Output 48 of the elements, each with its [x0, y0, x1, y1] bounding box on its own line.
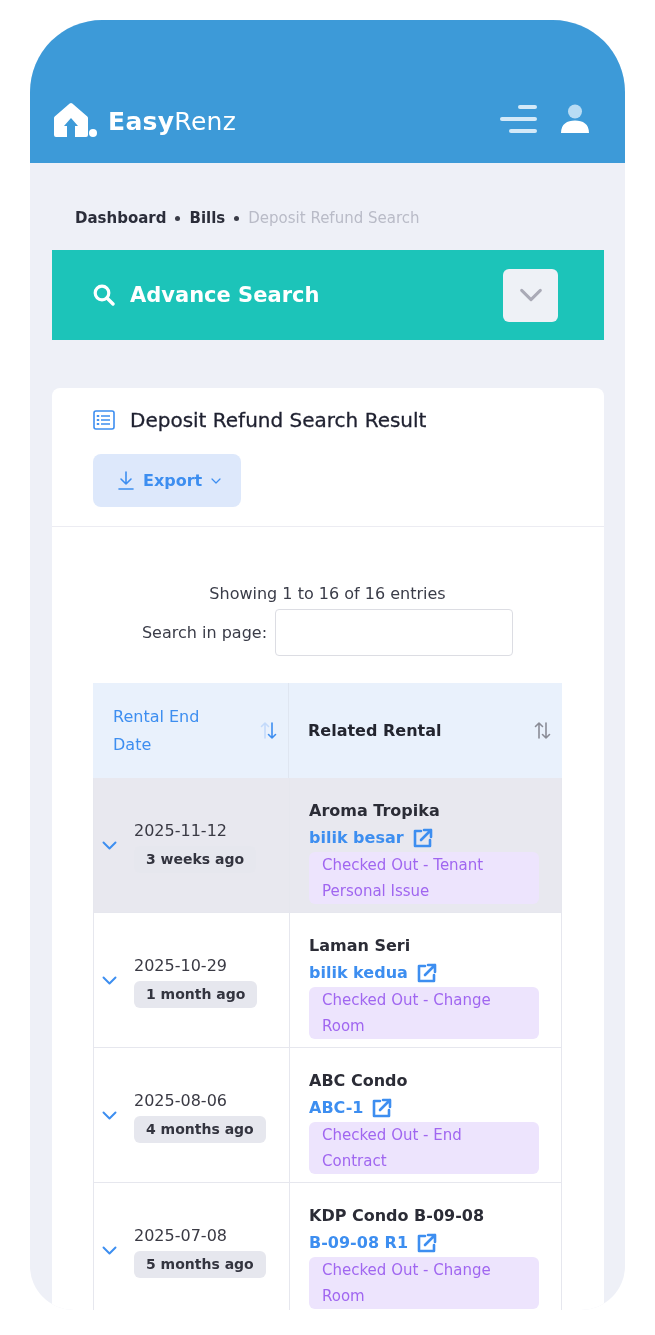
caret-icon	[211, 477, 222, 484]
status-badge: Checked Out - Tenant Personal Issue	[309, 852, 539, 904]
property-name: Laman Seri	[309, 935, 411, 957]
sort-icon	[534, 721, 551, 740]
external-link-icon	[415, 962, 437, 984]
download-icon	[118, 471, 134, 490]
breadcrumb-link[interactable]: Bills	[189, 207, 226, 229]
card-title: Deposit Refund Search Result	[130, 408, 427, 432]
status-badge: Checked Out - End Contract	[309, 1122, 539, 1174]
advance-search-title: Advance Search	[130, 283, 320, 307]
list-icon	[93, 410, 115, 430]
end-date: 2025-07-08	[134, 1224, 227, 1247]
breadcrumb-link[interactable]: Dashboard	[75, 207, 167, 229]
external-link-icon	[371, 1097, 393, 1119]
menu-icon[interactable]	[500, 103, 537, 135]
expand-chevron-icon[interactable]	[102, 1110, 117, 1120]
table-row[interactable]: 2025-08-06 4 months ago ABC Condo ABC-1 Checked Out - End Contract	[93, 1048, 562, 1183]
toggle-button[interactable]	[503, 268, 558, 322]
table-row[interactable]: 2025-07-08 5 months ago KDP Condo B-09-08 B-09-08 R1 Checked Out - Change Room	[93, 1183, 562, 1310]
external-link-icon	[416, 1232, 438, 1254]
relative-time-badge: 1 month ago	[134, 980, 258, 1008]
table-row[interactable]: 2025-11-12 3 weeks ago Aroma Tropika bilik besar Checked Out - Tenant Personal Issue	[93, 778, 562, 913]
bullet-icon	[234, 215, 240, 221]
expand-chevron-icon[interactable]	[102, 1245, 117, 1255]
status-badge: Checked Out - Change Room	[309, 987, 539, 1039]
entries-info: Showing 1 to 16 of 16 entries	[208, 583, 447, 605]
search-label: Search in page:	[141, 623, 268, 642]
end-date: 2025-10-29	[134, 954, 227, 977]
relative-time-badge: 4 months ago	[134, 1115, 266, 1143]
sort-icon	[260, 721, 277, 740]
table-row[interactable]: 2025-10-29 1 month ago Laman Seri bilik kedua Checked Out - Change Room	[93, 913, 562, 1048]
external-link-icon	[411, 827, 433, 849]
property-name: Aroma Tropika	[309, 800, 440, 822]
end-date: 2025-11-12	[134, 819, 227, 842]
relative-time-badge: 5 months ago	[134, 1250, 266, 1278]
status-badge: Checked Out - Change Room	[309, 1257, 539, 1309]
search-icon	[93, 284, 115, 306]
property-name: KDP Condo B-09-08	[309, 1205, 485, 1227]
expand-chevron-icon[interactable]	[102, 840, 117, 850]
search-field[interactable]	[275, 609, 514, 656]
property-name: ABC Condo	[309, 1070, 408, 1092]
chevron-icon	[518, 288, 543, 302]
house-logo-icon[interactable]	[52, 101, 98, 139]
user-icon[interactable]	[560, 104, 590, 134]
expand-chevron-icon[interactable]	[102, 975, 117, 985]
end-date: 2025-08-06	[134, 1089, 227, 1112]
bullet-icon	[175, 215, 181, 221]
column-header[interactable]: Related Rental	[289, 683, 562, 778]
